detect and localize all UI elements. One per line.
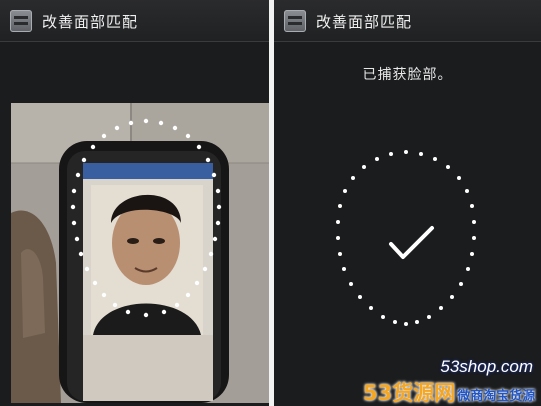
- left-screen: 改善面部匹配: [0, 0, 269, 406]
- face-capture-indicator: [336, 150, 476, 326]
- camera-preview: [11, 103, 269, 403]
- left-title-bar: 改善面部匹配: [0, 0, 269, 42]
- right-screen: 改善面部匹配 已捕获脸部。: [274, 0, 541, 406]
- dotted-face-outline: [336, 150, 476, 326]
- watermark-site-url: 53shop.com: [440, 357, 533, 376]
- screenshot-root: 改善面部匹配 改善面部匹配 已捕获脸部。 53shop.com 53货源网 微商…: [0, 0, 541, 406]
- watermark-brand-secondary: 微商淘宝货源: [457, 389, 536, 404]
- camera-preview-graphic: [11, 103, 269, 403]
- checkmark-icon: [389, 226, 434, 259]
- watermark-brand-primary: 53货源网: [363, 381, 456, 405]
- watermark-brand: 53货源网 微商淘宝货源: [363, 377, 535, 406]
- left-page-title: 改善面部匹配: [42, 13, 139, 31]
- settings-list-icon: [10, 10, 32, 32]
